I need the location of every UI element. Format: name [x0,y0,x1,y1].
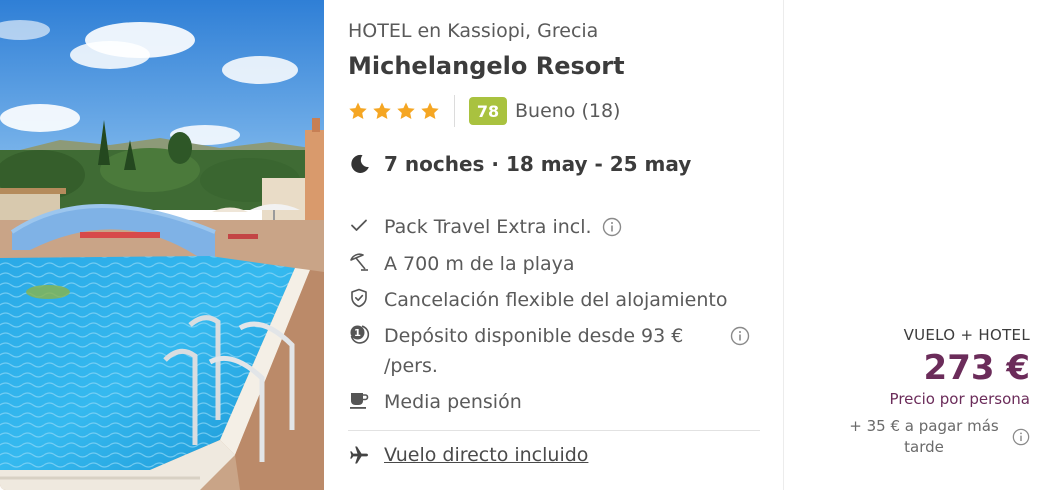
feature-text: Pack Travel Extra incl. [384,216,592,238]
star-icon [421,102,439,119]
feature-text: Depósito disponible desde 93 € /pers. [384,321,724,381]
package-type-label: VUELO + HOTEL [903,326,1030,344]
feature-beach-distance: A 700 m de la playa [348,249,575,279]
rating-row: 78 Bueno (18) [348,94,620,128]
divider [348,430,760,431]
star-rating [348,101,454,121]
price-block: VUELO + HOTEL 273 € Precio por persona +… [840,326,1030,458]
deposit-text-line2: /pers. [384,355,438,377]
rating-divider [454,95,455,127]
feature-text: A 700 m de la playa [384,253,575,275]
pay-later-line2: tarde [904,438,944,456]
hotel-name[interactable]: Michelangelo Resort [348,52,625,80]
feature-deposit: 1 Depósito disponible desde 93 € /pers. [348,321,760,381]
info-icon[interactable] [602,217,622,237]
feature-half-board: Media pensión [348,387,522,417]
hotel-info: HOTEL en Kassiopi, Grecia Michelangelo R… [348,0,760,490]
feature-text: Media pensión [384,391,522,413]
pay-later-info: + 35 € a pagar más tarde [840,416,1030,458]
direct-flight-link[interactable]: Vuelo directo incluido [384,444,588,466]
star-icon [373,102,391,119]
feature-flexible-cancellation: Cancelación flexible del alojamiento [348,285,727,315]
review-score-badge[interactable]: 78 [469,97,507,125]
stay-dates: 7 noches · 18 may - 25 may [348,152,691,176]
star-icon [397,102,415,119]
pay-later-text: + 35 € a pagar más tarde [840,416,1008,458]
hotel-pool-photo [0,0,324,490]
cup-icon [350,393,369,409]
hotel-result-card[interactable]: HOTEL en Kassiopi, Grecia Michelangelo R… [0,0,1046,490]
price-per-person-label: Precio por persona [889,390,1030,408]
review-score-text[interactable]: Bueno (18) [515,100,620,122]
deposit-icon: 1 [350,325,370,344]
hotel-type-location: HOTEL en Kassiopi, Grecia [348,20,599,42]
flight-info: Vuelo directo incluido [348,444,588,466]
feature-text: Cancelación flexible del alojamiento [384,289,728,311]
pay-later-line1: + 35 € a pagar más [849,417,999,435]
shield-check-icon [351,288,367,308]
plane-icon [350,446,368,464]
feature-travel-extra: Pack Travel Extra incl. [348,212,622,242]
price-value[interactable]: 273 € [840,348,1030,388]
info-icon[interactable] [1012,428,1030,446]
moon-icon [351,154,369,173]
price-panel: VUELO + HOTEL 273 € Precio por persona +… [783,0,1046,490]
svg-text:1: 1 [354,328,361,339]
beach-umbrella-icon [350,253,368,271]
star-icon [349,102,367,119]
deposit-text-line1: Depósito disponible desde 93 € [384,325,684,347]
check-icon [351,219,367,231]
info-icon[interactable] [730,326,750,346]
stay-dates-text: 7 noches · 18 may - 25 may [384,152,692,176]
hotel-photo[interactable] [0,0,324,490]
